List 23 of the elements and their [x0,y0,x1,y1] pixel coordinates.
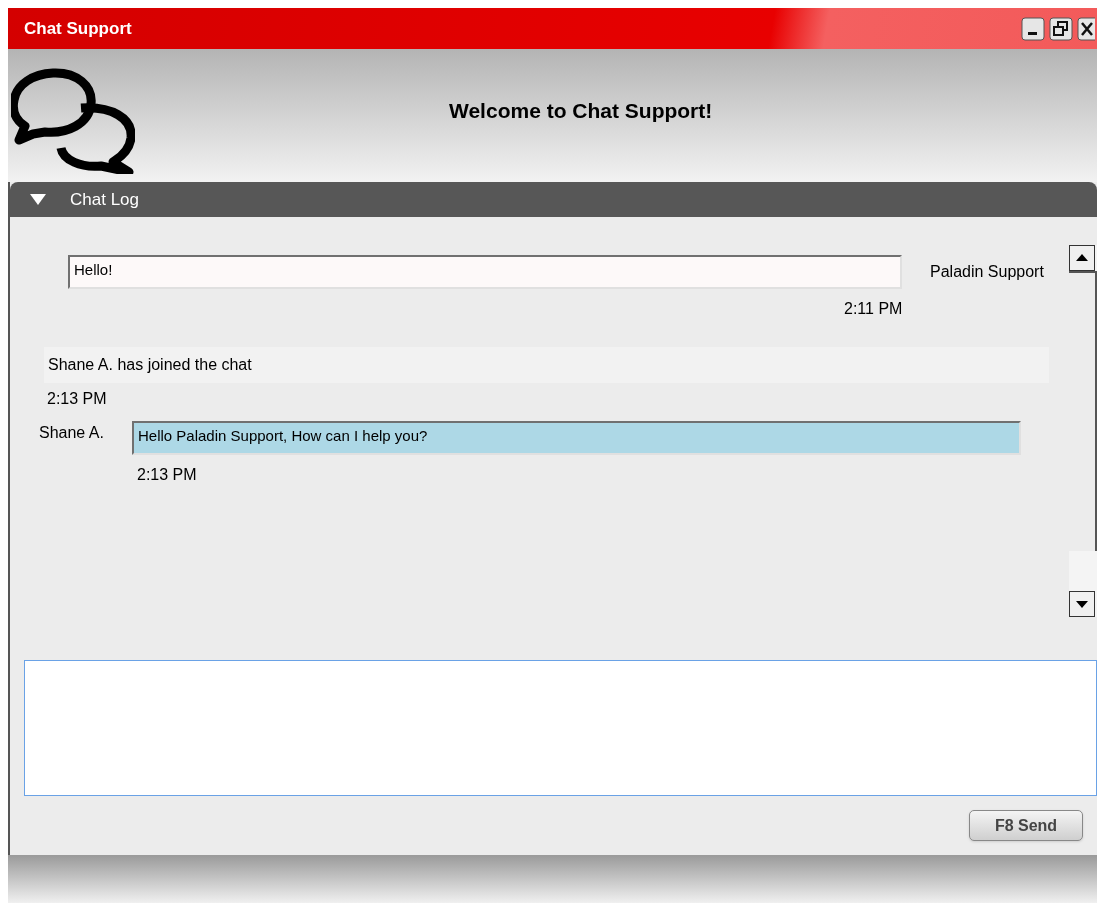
send-button[interactable]: F8 Send [969,810,1083,841]
scrollbar[interactable] [1069,245,1097,617]
window-title: Chat Support [24,17,133,40]
message-input[interactable] [24,660,1097,796]
sender-name: Shane A. [39,423,105,443]
expand-caret-icon [30,193,46,206]
scroll-up-icon[interactable] [1069,245,1095,271]
message-time: 2:11 PM [844,299,904,319]
chat-log-header[interactable]: Chat Log [10,182,1097,217]
scroll-down-icon[interactable] [1069,591,1095,617]
message-bubble: Hello! [68,255,902,289]
minimize-icon[interactable] [1021,16,1045,41]
message-time: 2:13 PM [137,465,198,485]
close-icon[interactable] [1077,16,1095,41]
message-time: 2:13 PM [47,389,108,409]
system-notice: Shane A. has joined the chat [44,347,1049,383]
chat-bubbles-icon [11,67,135,174]
welcome-heading: Welcome to Chat Support! [449,97,713,124]
section-title: Chat Log [70,188,139,211]
restore-icon[interactable] [1049,16,1073,41]
message-bubble: Hello Paladin Support, How can I help you? [132,421,1021,455]
sender-name: Paladin Support [930,262,1044,282]
scroll-thumb[interactable] [1069,271,1097,551]
